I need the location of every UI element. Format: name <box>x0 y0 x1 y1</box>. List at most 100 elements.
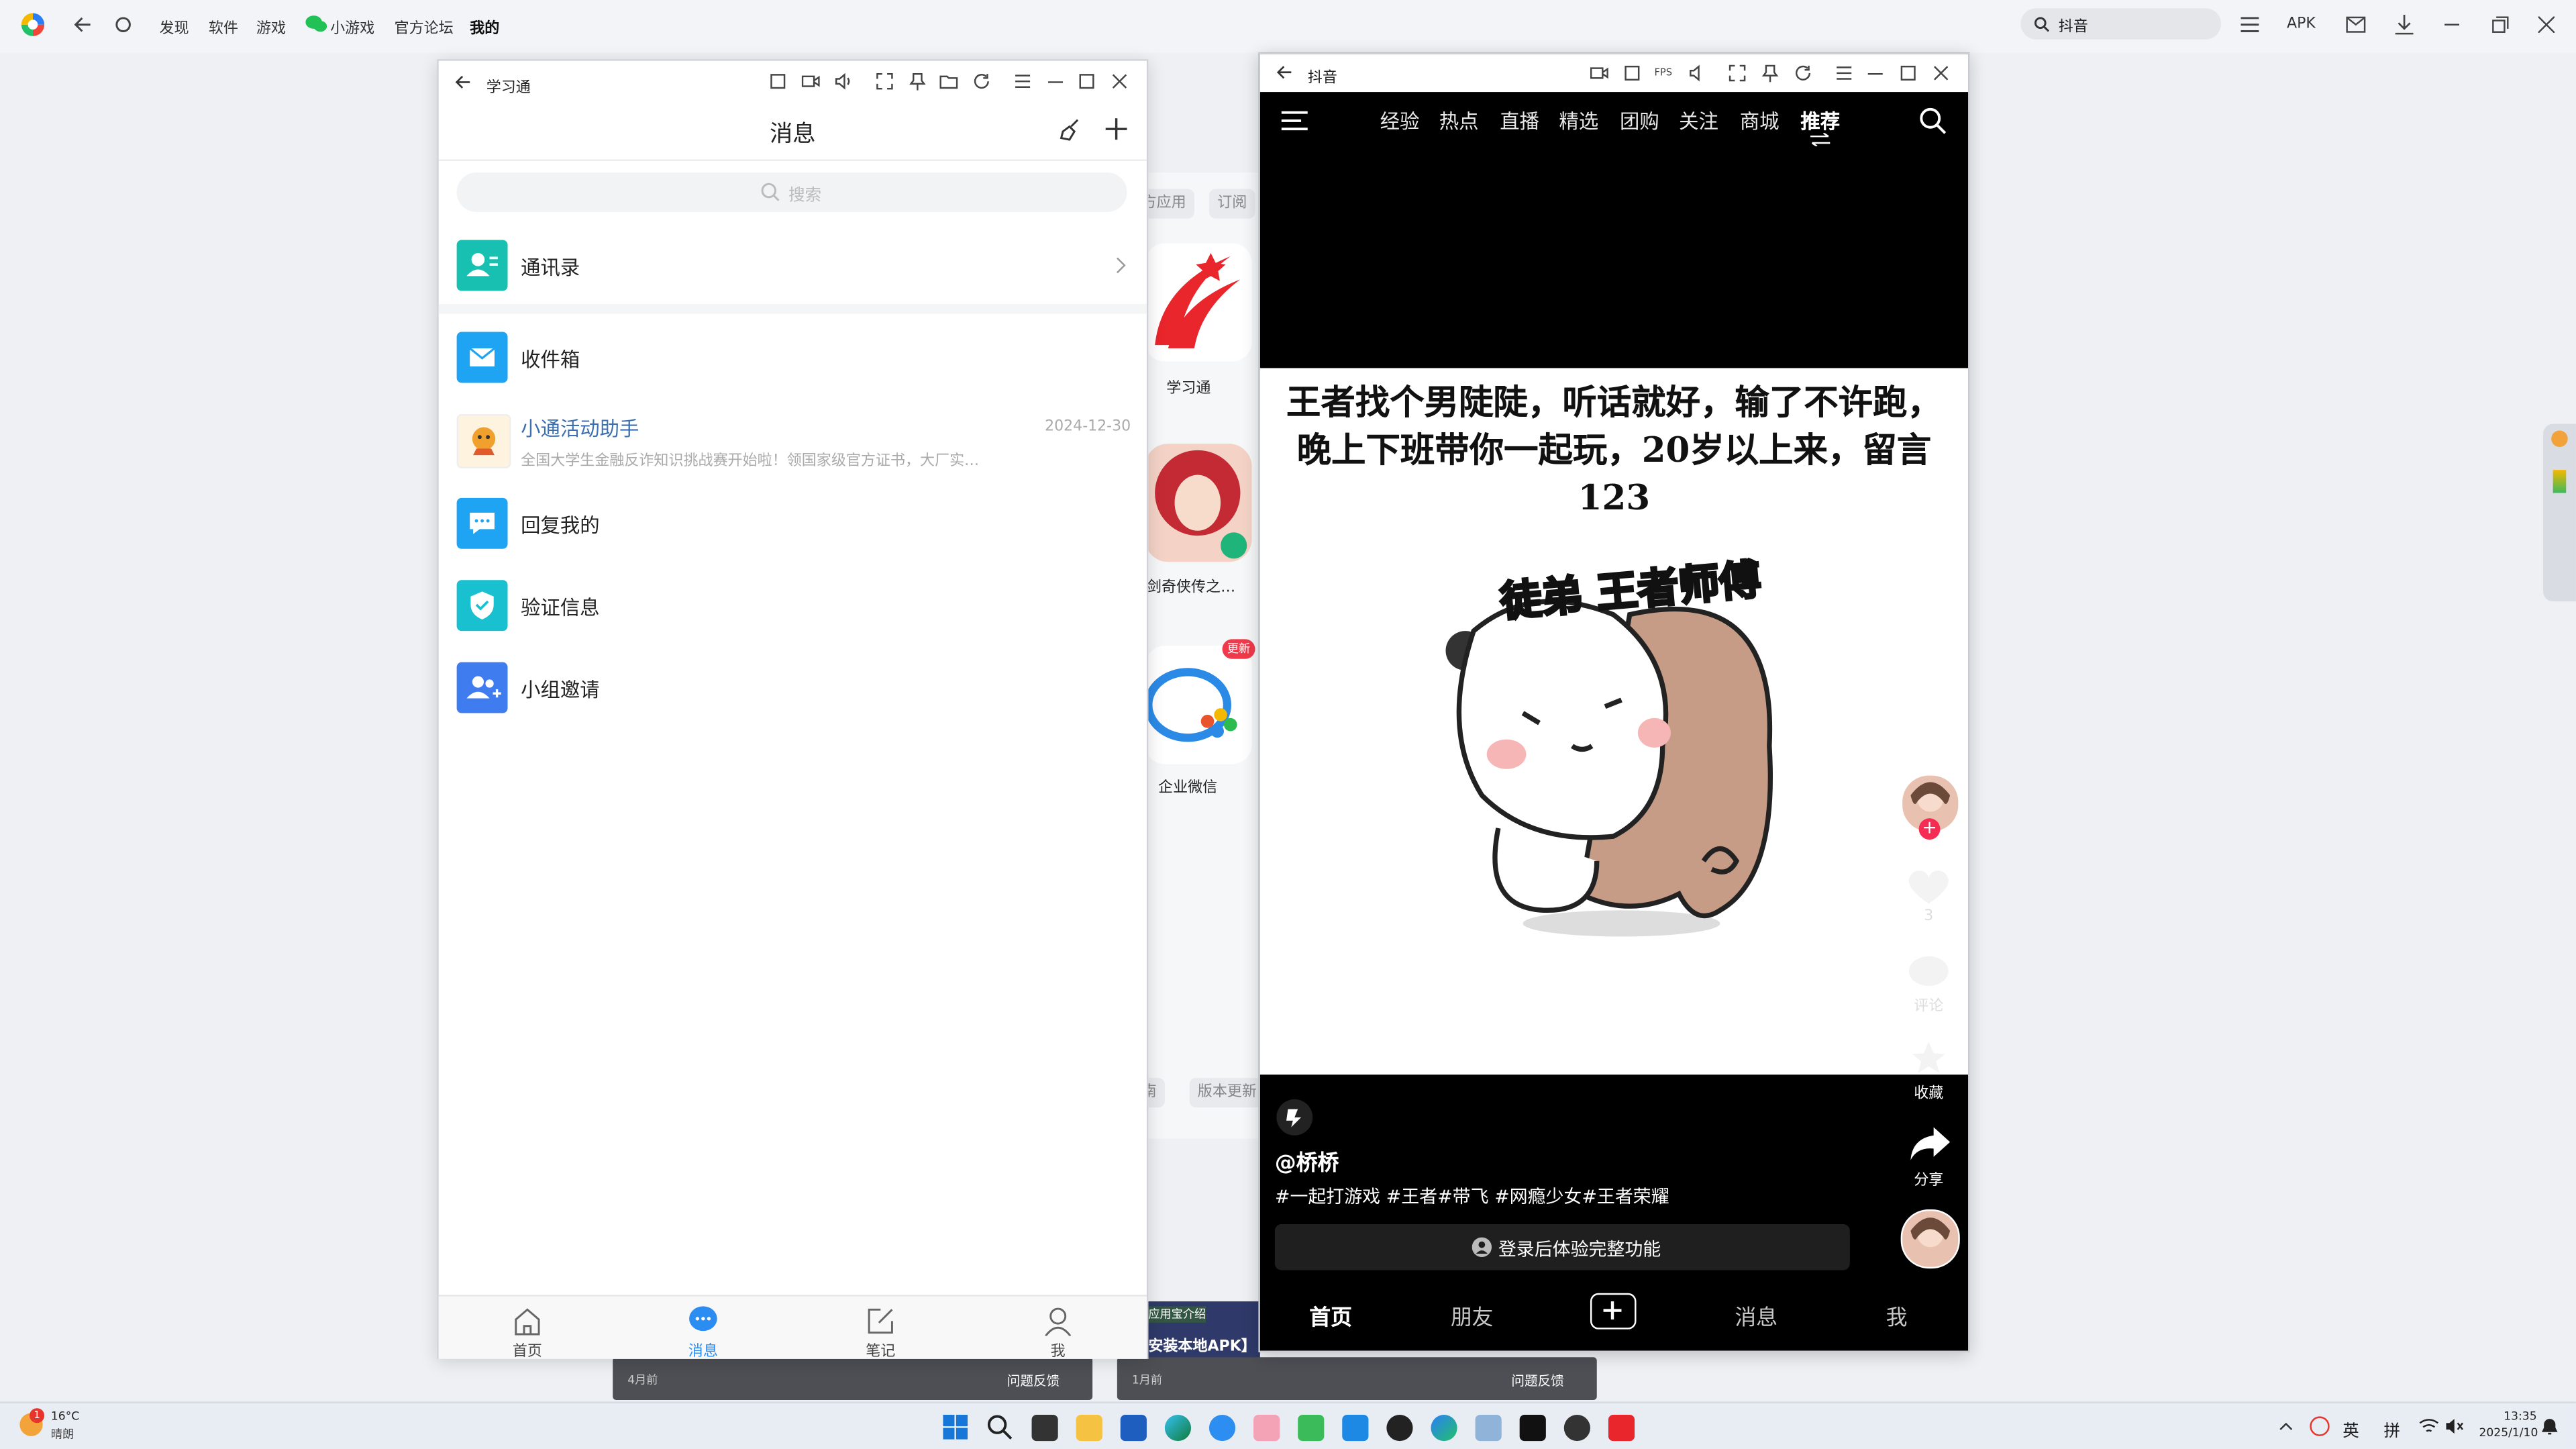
comment-icon[interactable] <box>1907 954 1950 991</box>
refresh-icon[interactable] <box>113 15 133 34</box>
douyin-taskbar-icon[interactable] <box>1519 1414 1546 1442</box>
maximize-icon[interactable] <box>1899 64 1917 82</box>
list-item-group-invite[interactable]: 小组邀请 <box>439 648 1147 727</box>
tab-notes[interactable]: 笔记 <box>831 1300 930 1360</box>
minimize-icon[interactable] <box>2444 23 2460 26</box>
clock-time[interactable]: 13:35 <box>2504 1410 2536 1423</box>
menu-icon[interactable] <box>2240 16 2259 32</box>
list-item-inbox[interactable]: 收件箱 <box>439 317 1147 397</box>
bottom-tab-me[interactable]: 我 <box>1886 1300 1908 1331</box>
tab-me[interactable]: 我 <box>1009 1300 1107 1360</box>
tab-experience[interactable]: 经验 <box>1380 107 1420 135</box>
nav-games[interactable]: 游戏 <box>256 16 286 38</box>
nav-discover[interactable]: 发现 <box>159 16 189 38</box>
app-store-taskbar-icon[interactable] <box>1431 1414 1457 1442</box>
phone-mirror-icon[interactable] <box>1298 1414 1325 1442</box>
tray-chevron-up-icon[interactable] <box>2279 1421 2294 1432</box>
minimize-icon[interactable] <box>1047 72 1065 91</box>
game-badge-icon[interactable] <box>1276 1099 1313 1136</box>
calendar-app-icon[interactable] <box>1342 1414 1369 1442</box>
search-field[interactable]: 搜索 <box>456 172 1127 212</box>
hamburger-menu-icon[interactable] <box>1281 110 1308 132</box>
search-input[interactable]: 抖音 <box>2020 8 2222 40</box>
close-icon[interactable] <box>2538 16 2555 33</box>
list-item-verification[interactable]: 验证信息 <box>439 565 1147 644</box>
clock-date[interactable]: 2025/1/10 <box>2479 1426 2538 1440</box>
tab-following[interactable]: 关注 <box>1679 107 1718 135</box>
image-viewer-icon[interactable] <box>1475 1414 1502 1442</box>
wecom-app-icon[interactable] <box>1145 646 1252 764</box>
feed-card-2[interactable]: 1月前 问题反馈 <box>1117 1357 1597 1400</box>
floating-monitor-widget[interactable] <box>2542 423 2576 602</box>
list-item-contacts[interactable]: 通讯录 <box>439 225 1147 304</box>
publish-plus-button[interactable] <box>1590 1293 1637 1330</box>
more-menu-icon[interactable] <box>1835 64 1853 82</box>
window-back-icon[interactable] <box>1276 64 1292 80</box>
promo-banner[interactable]: 应用宝介绍 安装本地APK】 <box>1145 1301 1260 1361</box>
fps-button[interactable]: FPS <box>1654 67 1672 79</box>
card1-feedback[interactable]: 问题反馈 <box>1007 1372 1060 1390</box>
follow-plus-icon[interactable]: + <box>1918 817 1941 840</box>
bottom-tab-home[interactable]: 首页 <box>1309 1300 1352 1331</box>
back-arrow-icon[interactable] <box>72 15 92 34</box>
wifi-icon[interactable] <box>2418 1418 2440 1434</box>
apk-button[interactable]: APK <box>2287 16 2316 32</box>
tab-live[interactable]: 直播 <box>1500 107 1539 135</box>
star-icon[interactable] <box>1910 1040 1947 1077</box>
taskbar-search-icon[interactable] <box>987 1415 1013 1440</box>
ime-language[interactable]: 英 <box>2342 1416 2359 1441</box>
media-player-icon[interactable] <box>1563 1414 1590 1442</box>
tray-security-icon[interactable] <box>2310 1416 2330 1436</box>
tab-groupbuy[interactable]: 团购 <box>1620 107 1659 135</box>
mail-icon[interactable] <box>2346 16 2366 33</box>
tab-hot[interactable]: 热点 <box>1439 107 1479 135</box>
qq-icon[interactable] <box>1386 1414 1413 1442</box>
login-banner[interactable]: 登录后体验完整功能 <box>1274 1223 1850 1270</box>
record-icon[interactable] <box>801 72 820 91</box>
download-icon[interactable] <box>2395 15 2414 35</box>
tab-featured[interactable]: 精选 <box>1559 107 1598 135</box>
folder-icon[interactable] <box>939 72 958 91</box>
xuexitong-app-icon[interactable] <box>1145 243 1252 362</box>
task-view-icon[interactable] <box>1031 1414 1058 1442</box>
share-arrow-icon[interactable] <box>1909 1126 1952 1162</box>
notification-bell-icon[interactable] <box>2541 1418 2558 1436</box>
store-icon[interactable] <box>1120 1414 1147 1442</box>
pin-icon[interactable] <box>1761 64 1780 83</box>
volume-icon[interactable] <box>835 72 853 91</box>
rotate-icon[interactable] <box>972 72 990 91</box>
nav-mine[interactable]: 我的 <box>470 16 499 38</box>
nav-mini-games[interactable]: 小游戏 <box>330 16 374 38</box>
bottom-tab-friends[interactable]: 朋友 <box>1451 1300 1494 1331</box>
volume-icon[interactable] <box>1689 64 1707 82</box>
author-name[interactable]: @桥桥 <box>1275 1145 1339 1177</box>
heart-icon[interactable] <box>1907 869 1950 905</box>
video-frame[interactable]: 王者找个男陡陡，听话就好，输了不许跑，晚上下班带你一起玩，20岁以上来，留言12… <box>1259 368 1969 1075</box>
chip-version[interactable]: 版本更新 <box>1189 1078 1266 1108</box>
fullscreen-icon[interactable] <box>1729 64 1747 82</box>
maximize-icon[interactable] <box>1078 72 1096 91</box>
emulator-icon[interactable] <box>1253 1414 1280 1442</box>
tab-messages[interactable]: 消息 <box>654 1300 752 1360</box>
ime-mode[interactable]: 拼 <box>2383 1416 2400 1441</box>
tab-mall[interactable]: 商城 <box>1740 107 1780 135</box>
video-hashtags[interactable]: #一起打游戏 #王者#带飞 #网瘾少女#王者荣耀 <box>1275 1183 1669 1209</box>
list-item-activity-assistant[interactable]: 小通活动助手 2024-12-30 全国大学生金融反诈知识挑战赛开始啦！领国家级… <box>439 399 1147 481</box>
card2-feedback[interactable]: 问题反馈 <box>1511 1372 1563 1390</box>
more-menu-icon[interactable] <box>1014 72 1032 91</box>
nav-forum[interactable]: 官方论坛 <box>395 16 454 38</box>
tab-home[interactable]: 首页 <box>478 1300 576 1360</box>
app-store-logo-icon[interactable] <box>19 11 46 38</box>
fullscreen-icon[interactable] <box>876 72 894 91</box>
music-disc-avatar[interactable] <box>1900 1209 1960 1269</box>
chat-app-icon[interactable] <box>1208 1414 1236 1442</box>
restore-icon[interactable] <box>2492 16 2509 33</box>
edge-browser-icon[interactable] <box>1164 1414 1192 1442</box>
xuexitong-taskbar-icon[interactable] <box>1608 1414 1635 1442</box>
crop-icon[interactable] <box>769 72 787 91</box>
minimize-icon[interactable] <box>1866 64 1884 82</box>
close-icon[interactable] <box>1111 72 1129 91</box>
bottom-tab-messages[interactable]: 消息 <box>1735 1300 1778 1331</box>
feed-card-1[interactable]: 4月前 问题反馈 <box>613 1357 1093 1400</box>
game-app-icon[interactable] <box>1145 444 1252 562</box>
